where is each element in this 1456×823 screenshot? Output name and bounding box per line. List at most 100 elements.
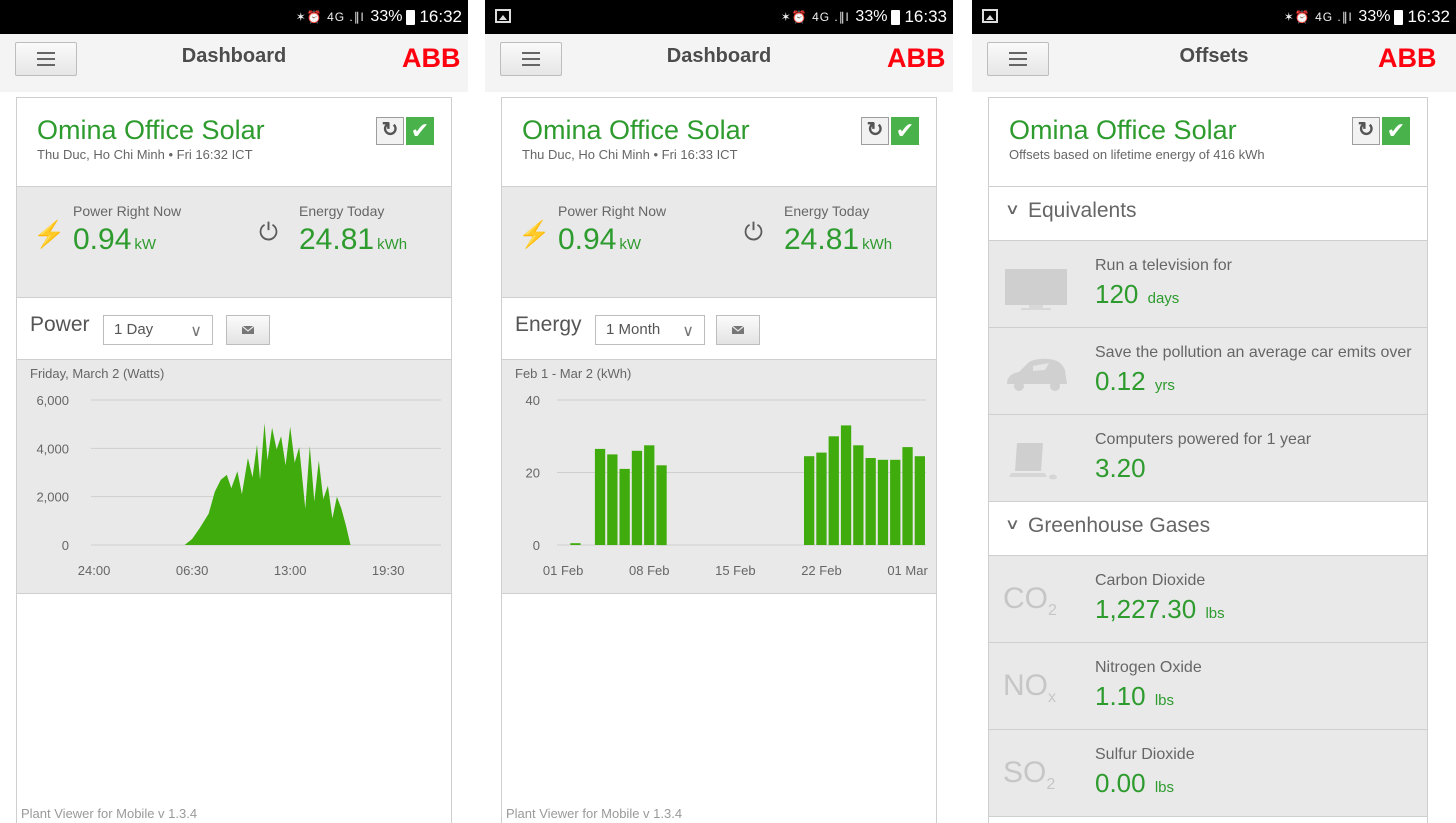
offset-value-group: 0.12 yrs <box>1095 366 1175 397</box>
clock: 16:33 <box>904 7 947 26</box>
energy-bar <box>631 450 643 546</box>
offset-unit: yrs <box>1154 377 1175 394</box>
offset-row-nox: NOx Nitrogen Oxide 1.10 lbs <box>989 643 1427 730</box>
lightning-icon: ⚡ <box>33 219 66 249</box>
power-chart: Friday, March 2 (Watts) 6,000 4,000 2,000 0… <box>17 360 451 594</box>
clock: 16:32 <box>419 7 462 26</box>
offset-label: Save the pollution an average car emits … <box>1095 344 1412 361</box>
check-button[interactable]: ✔ <box>406 117 434 145</box>
refresh-button[interactable]: ↻ <box>861 117 889 145</box>
status-indicators: ✶⏰ 4G .∥l <box>780 10 850 24</box>
abb-logo: ABB <box>1378 44 1437 70</box>
refresh-button[interactable]: ↻ <box>376 117 404 145</box>
check-button[interactable]: ✔ <box>891 117 919 145</box>
energy-chart: Feb 1 - Mar 2 (kWh) 40 20 0 01 Feb 08 Feb 15 … <box>502 360 936 594</box>
y-tick-label: 0 <box>533 538 540 553</box>
range-dropdown[interactable]: 1 Month ∨ <box>595 315 705 345</box>
svg-text:ABB: ABB <box>402 44 461 70</box>
section-greenhouse-header[interactable]: ∨ Greenhouse Gases <box>989 502 1427 556</box>
offset-unit: lbs <box>1154 692 1175 709</box>
energy-unit: kWh <box>862 236 893 253</box>
y-tick-label: 20 <box>526 466 540 481</box>
y-tick-label: 4,000 <box>36 441 69 456</box>
status-indicators: ✶⏰ 4G .∥l <box>295 10 365 24</box>
offset-value: 1.10 <box>1095 681 1146 711</box>
television-icon <box>1005 269 1067 310</box>
section-title: Greenhouse Gases <box>1027 514 1211 537</box>
app-bar: Dashboard ABB <box>485 34 953 92</box>
x-tick-label: 19:30 <box>372 563 405 578</box>
offset-label: Computers powered for 1 year <box>1095 431 1312 448</box>
offset-unit: lbs <box>1154 779 1175 796</box>
energy-bar <box>840 425 852 545</box>
clock: 16:32 <box>1407 7 1450 26</box>
energy-bar <box>607 454 618 545</box>
energy-bar <box>644 445 655 545</box>
plug-icon: ⏻ <box>259 219 278 246</box>
abb-logo: ABB <box>887 44 946 70</box>
content-frame: Omina Office Solar Thu Duc, Ho Chi Minh … <box>16 97 452 823</box>
page-title: Dashboard <box>666 44 772 67</box>
section-equivalents-header[interactable]: ∨ Equivalents <box>989 187 1427 241</box>
battery-percent: 33% <box>1358 8 1391 25</box>
offset-value: 0.00 <box>1095 768 1146 798</box>
power-value-group: 0.94 kW <box>73 223 156 257</box>
offset-label: Carbon Dioxide <box>1095 572 1206 589</box>
chevron-down-icon: ∨ <box>1004 201 1021 218</box>
offset-value-group: 3.20 <box>1095 453 1148 484</box>
dashboard-energy-screen: ✶⏰ 4G .∥l 33% 16:33 Dashboard ABB Omina … <box>485 0 953 823</box>
plant-subtitle: Thu Duc, Ho Chi Minh • Fri 16:33 ICT <box>522 147 738 162</box>
y-tick-label: 2,000 <box>36 490 69 505</box>
chevron-down-icon: ∨ <box>190 323 202 340</box>
car-icon <box>1007 358 1067 391</box>
energy-value: 24.81 <box>784 223 860 256</box>
battery-percent: 33% <box>370 8 403 25</box>
energy-bar <box>828 436 839 546</box>
section-title: Equivalents <box>1027 199 1137 222</box>
energy-value: 24.81 <box>299 223 375 256</box>
menu-button[interactable] <box>500 42 562 76</box>
energy-bar <box>865 458 876 545</box>
page-title: Offsets <box>1179 44 1249 67</box>
x-tick-label: 08 Feb <box>629 563 669 578</box>
check-button[interactable]: ✔ <box>1382 117 1410 145</box>
x-tick-label: 13:00 <box>274 563 307 578</box>
energy-bar <box>890 459 901 545</box>
offset-row-car: Save the pollution an average car emits … <box>989 328 1427 415</box>
power-value-group: 0.94 kW <box>558 223 641 257</box>
nox-symbol: NOx <box>1003 669 1056 706</box>
offset-row-television: Run a television for 120 days <box>989 241 1427 328</box>
energy-label: Energy Today <box>784 203 870 219</box>
offset-label: Sulfur Dioxide <box>1095 746 1195 763</box>
svg-text:ABB: ABB <box>887 44 946 70</box>
x-tick-label: 06:30 <box>176 563 209 578</box>
abb-logo: ABB <box>402 44 461 70</box>
gallery-icon <box>982 9 998 23</box>
status-bar: ✶⏰ 4G .∥l 33% 16:33 <box>485 0 953 34</box>
content-frame: Omina Office Solar Thu Duc, Ho Chi Minh … <box>501 97 937 823</box>
email-button[interactable] <box>226 315 270 345</box>
so2-symbol: SO2 <box>1003 756 1056 793</box>
footer-version: Plant Viewer for Mobile v 1.3.4 <box>506 806 683 821</box>
energy-bar <box>902 447 913 545</box>
plug-icon: ⏻ <box>744 219 763 246</box>
power-label: Power Right Now <box>73 203 182 219</box>
range-dropdown[interactable]: 1 Day ∨ <box>103 315 213 345</box>
status-bar: ✶⏰ 4G .∥l 33% 16:32 <box>972 0 1456 34</box>
refresh-button[interactable]: ↻ <box>1352 117 1380 145</box>
menu-button[interactable] <box>987 42 1049 76</box>
energy-label: Energy Today <box>299 203 385 219</box>
offset-value-group: 1,227.30 lbs <box>1095 594 1225 625</box>
power-chart-svg: 6,000 4,000 2,000 0 24:00 06:30 13:00 19:30 <box>36 393 441 578</box>
plant-subtitle: Thu Duc, Ho Chi Minh • Fri 16:32 ICT <box>37 147 253 162</box>
co2-symbol: CO2 <box>1003 582 1057 619</box>
x-tick-label: 22 Feb <box>801 563 841 578</box>
email-button[interactable] <box>716 315 760 345</box>
power-unit: kW <box>134 236 157 253</box>
chart-controls: Energy 1 Month ∨ <box>502 298 936 360</box>
offset-label: Nitrogen Oxide <box>1095 659 1202 676</box>
menu-button[interactable] <box>15 42 77 76</box>
battery-icon <box>406 9 416 25</box>
battery-percent: 33% <box>855 8 888 25</box>
dashboard-power-screen: ✶⏰ 4G .∥l 33% 16:32 Dashboard ABB Omina … <box>0 0 468 823</box>
